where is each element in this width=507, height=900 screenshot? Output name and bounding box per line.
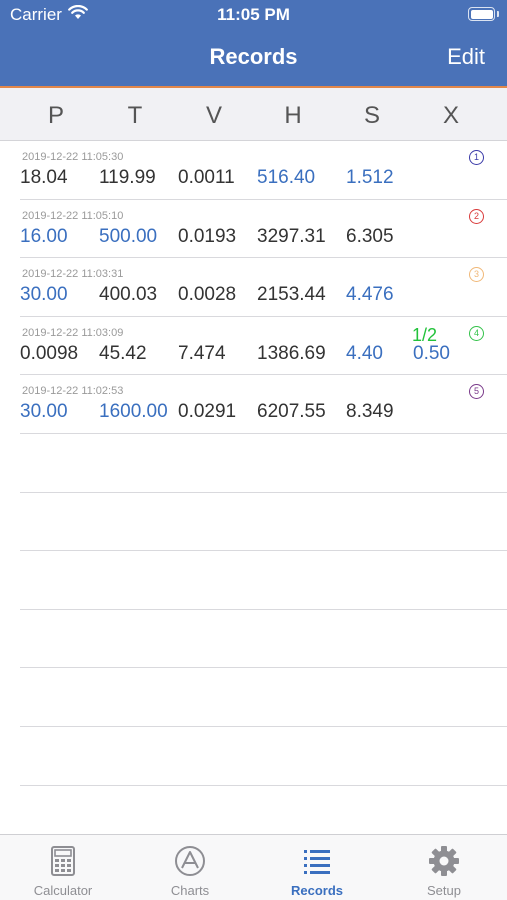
edit-button[interactable]: Edit [447, 44, 485, 70]
list-icon [301, 845, 333, 877]
tab-records[interactable]: Records [254, 835, 380, 900]
records-screen: Carrier 11:05 PM Records Edit P T V H S … [0, 0, 507, 900]
charts-icon [174, 845, 206, 877]
record-p: 0.0098 [20, 342, 79, 364]
record-timestamp: 2019-12-22 11:05:30 [22, 151, 124, 163]
record-p: 30.00 [20, 401, 68, 423]
column-t: T [127, 102, 143, 129]
record-t: 400.03 [99, 284, 158, 306]
record-timestamp: 2019-12-22 11:02:53 [22, 385, 124, 398]
empty-row [20, 434, 507, 493]
record-v: 0.0028 [178, 284, 237, 306]
record-p: 30.00 [20, 284, 68, 306]
column-v: V [205, 102, 222, 129]
column-header: P T V H S X [0, 88, 507, 141]
record-row[interactable]: 2019-12-22 11:02:53 30.00 1600.00 0.0291… [20, 375, 507, 434]
record-h: 1386.69 [257, 342, 326, 364]
record-number-badge: 3 [469, 267, 484, 283]
record-number-badge: 4 [469, 325, 484, 341]
record-v: 0.0011 [178, 167, 235, 188]
record-t: 119.99 [99, 167, 156, 188]
column-s: S [363, 102, 380, 129]
record-s: 8.349 [346, 401, 394, 423]
tab-charts[interactable]: Charts [127, 835, 253, 900]
record-row[interactable]: 2019-12-22 11:05:10 16.00 500.00 0.0193 … [20, 200, 507, 259]
column-p: P [47, 102, 64, 129]
tab-charts-label: Charts [170, 883, 210, 898]
record-p: 16.00 [20, 225, 68, 247]
tab-records-label: Records [290, 883, 344, 898]
empty-row [20, 668, 507, 727]
record-timestamp: 2019-12-22 11:03:31 [22, 268, 124, 281]
record-v: 7.474 [178, 342, 226, 364]
tab-setup[interactable]: Setup [381, 835, 507, 900]
record-row[interactable]: 2019-12-22 11:03:09 0.0098 45.42 7.474 1… [20, 317, 507, 376]
record-number-badge: 5 [469, 384, 484, 400]
column-x: X [442, 102, 459, 129]
record-s: 4.40 [346, 342, 383, 364]
record-h: 3297.31 [257, 225, 326, 247]
record-s: 6.305 [346, 225, 394, 247]
record-number-badge: 2 [469, 208, 484, 224]
status-bar: Carrier 11:05 PM [0, 4, 507, 27]
record-v: 0.0193 [178, 225, 237, 247]
record-timestamp: 2019-12-22 11:03:09 [22, 326, 124, 339]
nav-header: Carrier 11:05 PM Records Edit [0, 0, 507, 88]
record-p: 18.04 [20, 167, 68, 188]
empty-row [20, 727, 507, 786]
record-s: 1.512 [346, 167, 394, 188]
record-t: 500.00 [99, 225, 158, 247]
empty-row [20, 493, 507, 552]
tab-setup-label: Setup [427, 883, 461, 898]
calculator-icon [47, 845, 79, 877]
records-list: 2019-12-22 11:05:30 18.04 119.99 0.0011 … [0, 141, 507, 845]
gear-icon [428, 845, 460, 877]
record-timestamp: 2019-12-22 11:05:10 [22, 209, 124, 222]
page-title: Records [209, 44, 298, 69]
empty-row [20, 610, 507, 669]
record-s: 4.476 [346, 284, 394, 306]
record-x: 0.50 [413, 342, 450, 364]
tab-bar: Calculator Charts Records Setup [0, 834, 507, 900]
battery-icon [468, 7, 499, 21]
column-h: H [284, 102, 302, 129]
record-row[interactable]: 2019-12-22 11:03:31 30.00 400.03 0.0028 … [20, 258, 507, 317]
record-row[interactable]: 2019-12-22 11:05:30 18.04 119.99 0.0011 … [20, 141, 507, 200]
tab-calculator-label: Calculator [33, 883, 93, 898]
status-time: 11:05 PM [217, 5, 290, 24]
record-h: 6207.55 [257, 401, 326, 423]
empty-row [20, 551, 507, 610]
record-h: 2153.44 [257, 284, 326, 306]
record-t: 1600.00 [99, 401, 168, 423]
record-h: 516.40 [257, 167, 316, 188]
tab-calculator[interactable]: Calculator [0, 835, 126, 900]
record-t: 45.42 [99, 342, 147, 364]
record-v: 0.0291 [178, 401, 237, 423]
record-number-badge: 1 [469, 150, 484, 165]
